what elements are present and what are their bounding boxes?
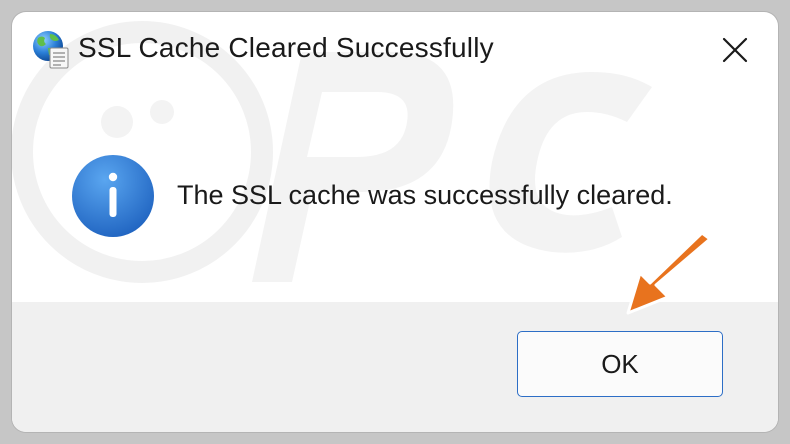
close-button[interactable] bbox=[706, 22, 764, 78]
message-dialog: pc risk.com bbox=[12, 12, 778, 432]
dialog-content: The SSL cache was successfully cleared. bbox=[12, 88, 778, 302]
ok-button[interactable]: OK bbox=[517, 331, 723, 397]
title-bar: SSL Cache Cleared Successfully bbox=[12, 12, 778, 88]
dialog-footer: OK bbox=[12, 302, 778, 432]
screenshot-frame: pc risk.com bbox=[0, 0, 790, 444]
close-icon bbox=[722, 37, 748, 63]
dialog-title: SSL Cache Cleared Successfully bbox=[78, 32, 494, 63]
info-icon bbox=[72, 155, 154, 237]
globe-document-icon bbox=[33, 31, 69, 69]
dialog-message: The SSL cache was successfully cleared. bbox=[177, 180, 673, 210]
